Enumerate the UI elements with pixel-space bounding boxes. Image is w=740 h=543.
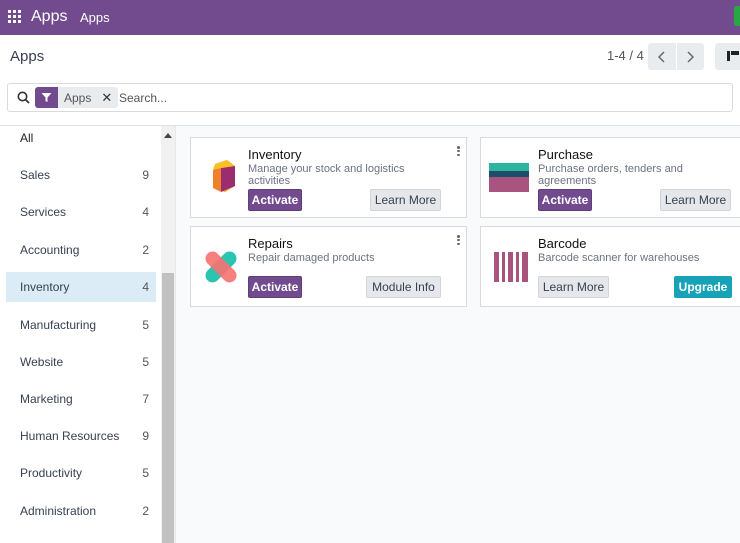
app-description: Repair damaged products xyxy=(248,252,375,264)
search-bar: Apps ✕ xyxy=(7,83,733,112)
sidebar-item-accounting[interactable]: Accounting 2 xyxy=(6,235,156,265)
app-description: Manage your stock and logistics activiti… xyxy=(248,163,405,187)
sidebar-scrollbar[interactable] xyxy=(161,126,175,543)
sidebar-item-count: 5 xyxy=(142,318,149,332)
sidebar-item-label: Marketing xyxy=(20,392,73,406)
sidebar-item-services[interactable]: Services 4 xyxy=(6,197,156,227)
repairs-logo-icon xyxy=(205,251,237,283)
sidebar-item-all[interactable]: All xyxy=(6,123,156,153)
scrollbar-thumb[interactable] xyxy=(162,273,174,543)
facet-label: Apps xyxy=(64,90,92,105)
app-card-barcode[interactable]: Barcode Barcode scanner for warehouses L… xyxy=(480,226,740,307)
sidebar-item-count: 4 xyxy=(142,280,149,294)
sidebar-item-label: Productivity xyxy=(20,466,83,480)
purchase-logo-icon xyxy=(489,163,529,192)
sidebar-item-sales[interactable]: Sales 9 xyxy=(6,160,156,190)
app-name: Purchase xyxy=(538,147,593,162)
activate-button[interactable]: Activate xyxy=(248,189,302,211)
sidebar-item-label: Services xyxy=(20,205,67,219)
search-facet: Apps ✕ xyxy=(35,87,119,108)
upgrade-button[interactable]: Upgrade xyxy=(674,276,732,298)
sidebar-item-label: Accounting xyxy=(20,243,80,257)
scroll-up-arrow-icon[interactable] xyxy=(164,133,172,138)
sidebar-item-count: 2 xyxy=(142,504,149,518)
sidebar-item-human-resources[interactable]: Human Resources 9 xyxy=(6,421,156,451)
app-name: Inventory xyxy=(248,147,302,162)
filter-icon xyxy=(35,87,58,108)
chevron-left-icon xyxy=(657,50,665,63)
sidebar-item-label: Human Resources xyxy=(20,429,120,443)
kebab-menu-icon[interactable] xyxy=(457,146,460,156)
pager-previous-button[interactable] xyxy=(648,43,676,70)
app-name: Repairs xyxy=(248,236,293,251)
sidebar-item-marketing[interactable]: Marketing 7 xyxy=(6,384,156,414)
sidebar-item-label: Sales xyxy=(20,168,51,182)
sidebar-item-count: 4 xyxy=(142,205,149,219)
kanban-view-button[interactable] xyxy=(715,43,740,70)
sidebar-item-label: Manufacturing xyxy=(20,318,97,332)
module-info-button[interactable]: Module Info xyxy=(366,276,441,298)
sidebar-item-productivity[interactable]: Productivity 5 xyxy=(6,458,156,488)
sidebar-item-count: 2 xyxy=(142,243,149,257)
sidebar-item-count: 5 xyxy=(142,466,149,480)
app-name: Barcode xyxy=(538,236,587,251)
sidebar-item-count: 9 xyxy=(142,168,149,182)
sidebar-item-label: All xyxy=(20,131,34,145)
app-card-repairs[interactable]: Repairs Repair damaged products Activate… xyxy=(190,226,467,307)
navbar-brand[interactable]: Apps xyxy=(31,8,67,26)
learn-more-button[interactable]: Learn More xyxy=(370,189,441,211)
pager-buttons xyxy=(648,43,704,70)
activate-button[interactable]: Activate xyxy=(538,189,592,211)
sidebar-item-manufacturing[interactable]: Manufacturing 5 xyxy=(6,310,156,340)
search-input[interactable] xyxy=(119,88,519,108)
top-navbar: Apps Apps xyxy=(0,0,740,35)
sidebar-item-count: 7 xyxy=(142,392,149,406)
barcode-logo-icon xyxy=(494,252,528,282)
learn-more-button[interactable]: Learn More xyxy=(538,276,609,298)
learn-more-button[interactable]: Learn More xyxy=(660,189,731,211)
search-icon[interactable] xyxy=(17,91,30,104)
apps-kanban: Inventory Manage your stock and logistic… xyxy=(175,126,740,543)
navbar-menu-apps[interactable]: Apps xyxy=(80,10,110,25)
sidebar-item-inventory[interactable]: Inventory 4 xyxy=(6,272,156,302)
facet-value: Apps ✕ xyxy=(58,87,119,108)
chevron-right-icon xyxy=(687,50,695,63)
sidebar-item-website[interactable]: Website 5 xyxy=(6,347,156,377)
sidebar-item-count: 5 xyxy=(142,355,149,369)
inventory-logo-icon xyxy=(213,160,235,192)
sidebar-item-count: 9 xyxy=(142,429,149,443)
sidebar-item-label: Website xyxy=(20,355,64,369)
page-title: Apps xyxy=(10,48,45,65)
app-card-purchase[interactable]: Purchase Purchase orders, tenders and ag… xyxy=(480,137,740,218)
facet-remove-icon[interactable]: ✕ xyxy=(101,90,112,106)
app-card-inventory[interactable]: Inventory Manage your stock and logistic… xyxy=(190,137,467,218)
activate-button[interactable]: Activate xyxy=(248,276,302,298)
category-sidebar: All Sales 9 Services 4 Accounting 2 Inve… xyxy=(0,126,175,543)
pager-value[interactable]: 1-4 / 4 xyxy=(607,48,644,63)
app-description: Barcode scanner for warehouses xyxy=(538,252,700,264)
app-description: Purchase orders, tenders and agreements xyxy=(538,163,683,187)
user-avatar[interactable] xyxy=(734,6,740,26)
sidebar-item-label: Administration xyxy=(20,504,97,518)
app-switcher-icon[interactable] xyxy=(8,10,21,23)
kanban-icon xyxy=(727,51,739,61)
sidebar-item-administration[interactable]: Administration 2 xyxy=(6,496,156,526)
sidebar-item-label: Inventory xyxy=(20,280,70,294)
kebab-menu-icon[interactable] xyxy=(457,235,460,245)
pager-next-button[interactable] xyxy=(675,43,705,70)
